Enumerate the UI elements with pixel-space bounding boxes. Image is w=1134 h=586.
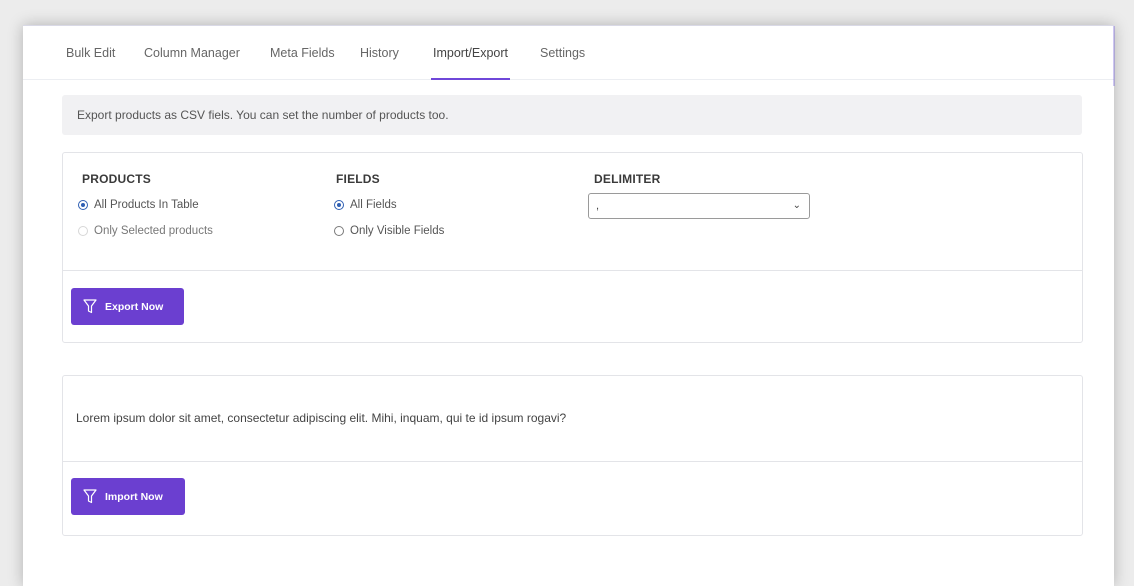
import-panel: Lorem ipsum dolor sit amet, consectetur …: [62, 375, 1083, 536]
radio-label: Only Selected products: [94, 225, 213, 237]
radio-selected-products[interactable]: Only Selected products: [78, 225, 213, 237]
tab-import-export[interactable]: Import/Export: [430, 46, 511, 80]
divider: [63, 461, 1082, 462]
radio-all-products[interactable]: All Products In Table: [78, 199, 199, 211]
filter-icon: [83, 489, 97, 504]
radio-unchecked-icon: [78, 226, 88, 236]
tab-meta-fields[interactable]: Meta Fields: [270, 46, 335, 60]
export-now-button[interactable]: Export Now: [71, 288, 184, 325]
tab-bar: Bulk Edit Column Manager Meta Fields His…: [23, 26, 1114, 80]
filter-icon: [83, 299, 97, 314]
app-window: Bulk Edit Column Manager Meta Fields His…: [23, 25, 1115, 586]
chevron-down-icon: ⌄: [792, 200, 801, 211]
info-notice: Export products as CSV fiels. You can se…: [62, 95, 1082, 135]
radio-label: Only Visible Fields: [350, 225, 445, 237]
delimiter-select[interactable]: , ⌄: [588, 193, 810, 219]
products-title: PRODUCTS: [82, 172, 151, 186]
fields-title: FIELDS: [336, 172, 380, 186]
delimiter-title: DELIMITER: [594, 172, 661, 186]
radio-visible-fields[interactable]: Only Visible Fields: [334, 225, 444, 237]
export-button-label: Export Now: [105, 300, 164, 313]
import-button-label: Import Now: [105, 490, 163, 503]
export-panel: PRODUCTS All Products In Table Only Sele…: [62, 152, 1083, 343]
radio-label: All Products In Table: [94, 199, 199, 211]
tab-settings[interactable]: Settings: [540, 46, 585, 60]
tab-bulk-edit[interactable]: Bulk Edit: [66, 46, 115, 60]
radio-unchecked-icon: [334, 226, 344, 236]
import-now-button[interactable]: Import Now: [71, 478, 185, 515]
notice-text: Export products as CSV fiels. You can se…: [77, 108, 449, 122]
divider: [63, 270, 1082, 271]
radio-all-fields[interactable]: All Fields: [334, 199, 397, 211]
radio-checked-icon: [78, 200, 88, 210]
radio-label: All Fields: [350, 199, 397, 211]
radio-checked-icon: [334, 200, 344, 210]
tab-column-manager[interactable]: Column Manager: [144, 46, 240, 60]
delimiter-value: ,: [596, 200, 600, 212]
tab-history[interactable]: History: [360, 46, 399, 60]
import-description: Lorem ipsum dolor sit amet, consectetur …: [76, 411, 567, 425]
